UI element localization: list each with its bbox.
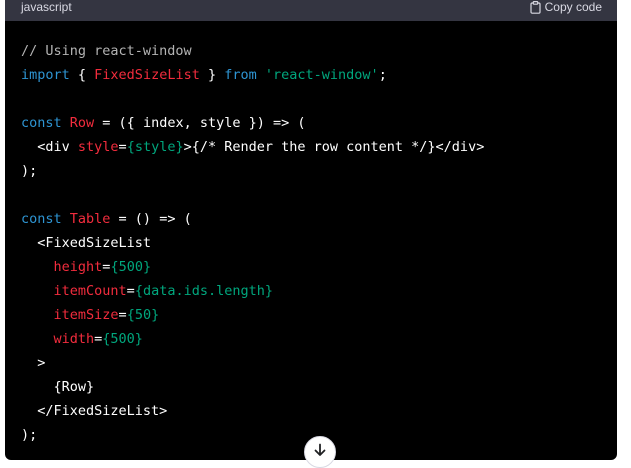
code-line: ); <box>21 159 484 183</box>
code-line: import { FixedSizeList } from 'react-win… <box>21 63 484 87</box>
code-token-keyword: const <box>21 211 62 227</box>
code-line: > <box>21 351 484 375</box>
code-token-plain: >{/* Render the row content */}</div> <box>183 139 485 155</box>
code-token-plain: = ({ index, style }) => ( <box>94 115 306 131</box>
code-line: // Using react-window <box>21 39 484 63</box>
code-token-string: {style} <box>126 139 184 155</box>
code-token-keyword: const <box>21 115 62 131</box>
code-line: {Row} <box>21 375 484 399</box>
code-token-string: {500} <box>102 331 143 347</box>
code-token-string: {50} <box>126 307 160 323</box>
code-token-plain: {Row} <box>21 379 95 395</box>
code-line: width={500} <box>21 327 484 351</box>
code-line: ); <box>21 423 484 447</box>
code-token-plain: <FixedSizeList <box>21 235 152 251</box>
code-line: height={500} <box>21 255 484 279</box>
code-line: itemSize={50} <box>21 303 484 327</box>
code-token-string: {500} <box>110 259 152 275</box>
code-token-plain: </FixedSizeList> <box>21 403 168 419</box>
code-token-name: FixedSizeList <box>94 67 200 83</box>
scroll-to-bottom-button[interactable] <box>304 436 336 468</box>
code-token-name: style <box>77 139 119 155</box>
code-token-plain: = <box>118 307 127 323</box>
code-token-keyword: import <box>21 67 70 83</box>
code-token-plain: > <box>21 355 46 371</box>
code-token-name: height <box>53 259 103 275</box>
code-token-plain: ); <box>21 163 38 179</box>
code-token-plain: <div <box>21 139 78 155</box>
code-token-plain: ; <box>378 67 387 83</box>
copy-code-label: Copy code <box>544 0 602 14</box>
code-token-plain: } <box>199 67 225 83</box>
code-block: javascript Copy code // Using react-wind… <box>5 0 617 460</box>
code-header: javascript Copy code <box>5 0 617 21</box>
code-line: const Row = ({ index, style }) => ( <box>21 111 484 135</box>
code-line: <div style={style}>{/* Render the row co… <box>21 135 484 159</box>
code-token-name: itemCount <box>53 283 127 299</box>
code-line: const Table = () => ( <box>21 207 484 231</box>
code-token-string: {data.ids.length} <box>134 283 273 299</box>
code-token-string: 'react-window' <box>264 67 379 83</box>
language-label: javascript <box>21 0 72 14</box>
code-line: itemCount={data.ids.length} <box>21 279 484 303</box>
code-token-plain: = () => ( <box>110 211 192 227</box>
code-line: </FixedSizeList> <box>21 399 484 423</box>
code-token-name: Row <box>69 115 95 131</box>
code-line: <FixedSizeList <box>21 231 484 255</box>
code-token-name: width <box>53 331 95 347</box>
code-token-plain: = <box>126 283 135 299</box>
code-token-plain: { <box>69 67 95 83</box>
code-token-keyword: from <box>224 67 257 83</box>
arrow-down-icon <box>313 443 327 462</box>
code-token-comment: // Using react-window <box>21 43 192 59</box>
code-token-name: itemSize <box>53 307 119 323</box>
code-token-plain: ); <box>21 427 38 443</box>
clipboard-icon <box>530 0 541 14</box>
code-token-plain: = <box>118 139 127 155</box>
code-content: // Using react-window import { FixedSizeL… <box>21 39 484 447</box>
copy-code-button[interactable]: Copy code <box>530 0 602 14</box>
code-token-name: Table <box>69 211 111 227</box>
